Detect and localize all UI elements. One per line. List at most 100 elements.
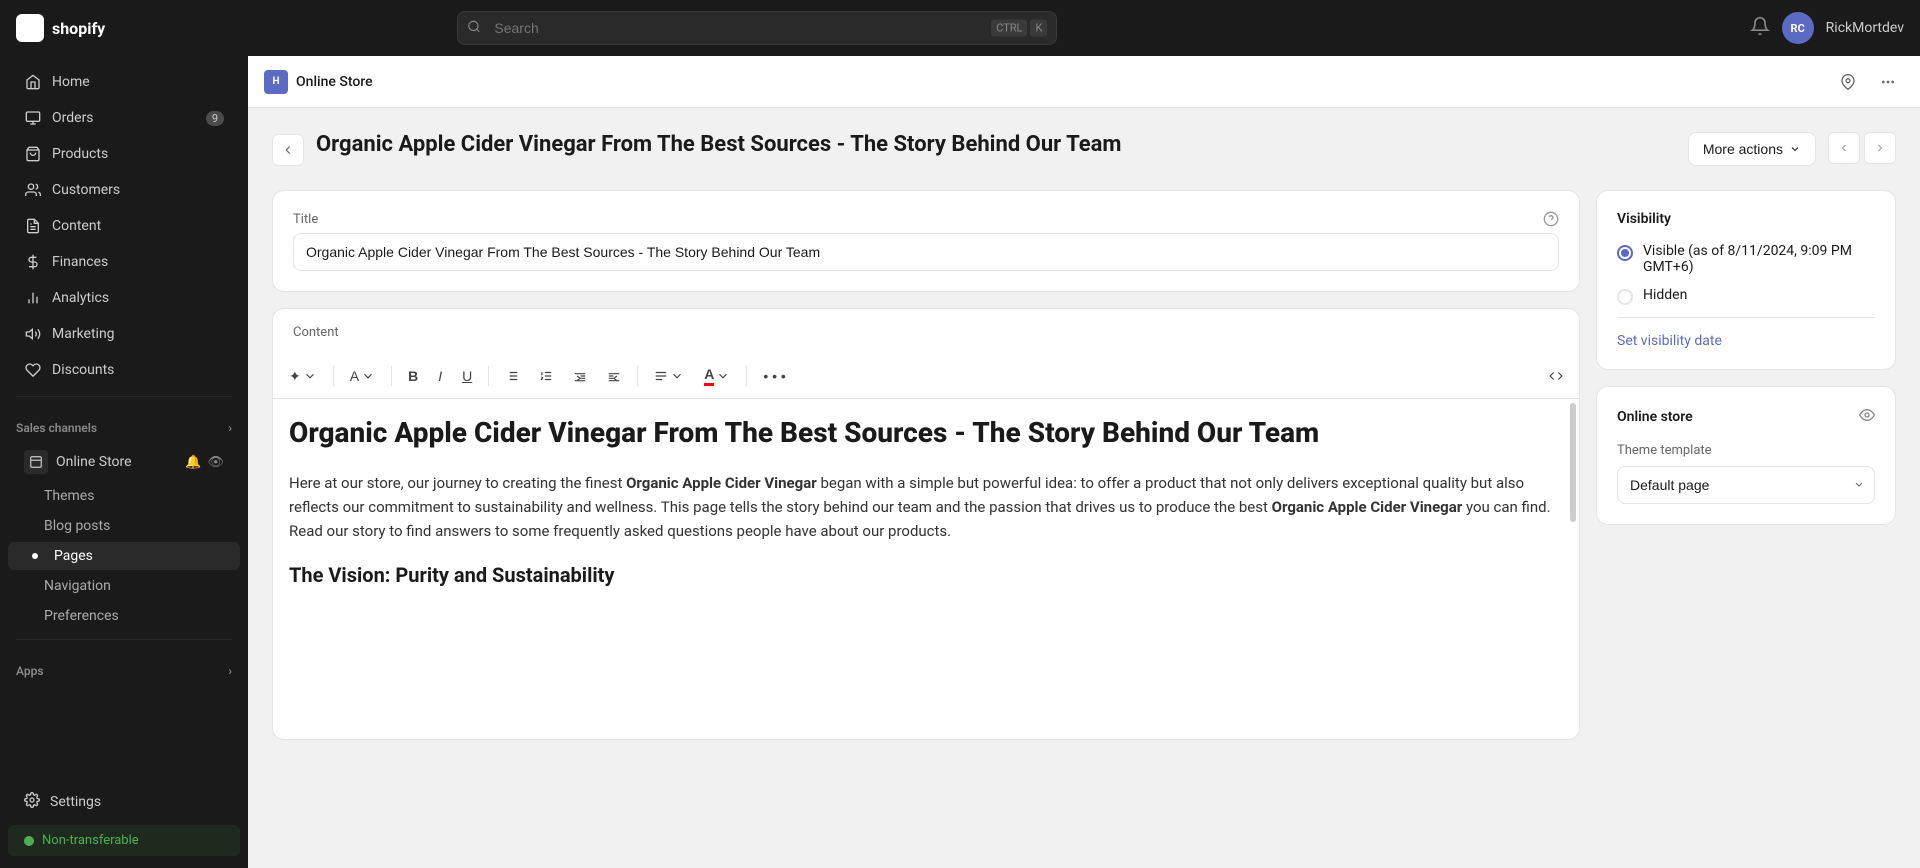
sidebar-item-orders[interactable]: Orders 9	[8, 101, 240, 135]
page-title: Organic Apple Cider Vinegar From The Bes…	[316, 132, 1676, 157]
sidebar-item-themes[interactable]: Themes	[8, 482, 240, 510]
sidebar-item-discounts[interactable]: Discounts	[8, 353, 240, 387]
sidebar-item-navigation[interactable]: Navigation	[8, 572, 240, 600]
toolbar-separator-3	[488, 366, 489, 386]
sidebar-item-online-store[interactable]: Online Store 🔔 👁	[8, 444, 240, 480]
apps-section-header[interactable]: Apps ›	[0, 656, 248, 686]
more-options-button[interactable]	[1872, 66, 1904, 98]
hidden-radio-item[interactable]: Hidden	[1617, 287, 1875, 305]
pin-icon-button[interactable]	[1832, 66, 1864, 98]
align-button[interactable]	[646, 365, 692, 387]
shopify-icon	[16, 14, 44, 42]
content-paragraph-1: Here at our store, our journey to creati…	[289, 471, 1563, 543]
content-subheading: The Vision: Purity and Sustainability	[289, 559, 1563, 591]
preferences-label: Preferences	[44, 608, 119, 624]
store-name: Online Store	[296, 74, 373, 90]
non-transferable-label: Non-transferable	[42, 833, 139, 848]
topbar-right: RC RickMortdev	[1750, 12, 1904, 44]
sidebar-item-marketing[interactable]: Marketing	[8, 317, 240, 351]
sidebar-item-content[interactable]: Content	[8, 209, 240, 243]
sidebar-item-preferences[interactable]: Preferences	[8, 602, 240, 630]
sidebar-item-settings[interactable]: Settings	[8, 784, 240, 820]
color-button[interactable]: A	[696, 362, 738, 390]
themes-label: Themes	[44, 488, 94, 504]
avatar[interactable]: RC	[1782, 12, 1814, 44]
online-store-label: Online Store	[56, 454, 132, 470]
eye-icon[interactable]: 👁	[207, 455, 224, 470]
toolbar-separator-4	[637, 366, 638, 386]
topbar: shopify CTRL K RC RickMortdev	[0, 0, 1920, 56]
sidebar-item-products[interactable]: Products	[8, 137, 240, 171]
italic-button[interactable]: I	[430, 364, 450, 388]
content-icon	[24, 217, 42, 235]
ai-tool-button[interactable]: ✦	[281, 364, 325, 389]
set-visibility-date-link[interactable]: Set visibility date	[1617, 333, 1722, 349]
indent-button[interactable]	[565, 365, 595, 387]
content-label: Content	[52, 218, 101, 234]
online-store-header: Online store	[1617, 407, 1875, 427]
orders-label: Orders	[52, 110, 94, 126]
page-content: Organic Apple Cider Vinegar From The Bes…	[248, 108, 1920, 868]
back-button[interactable]	[272, 134, 304, 166]
unordered-list-button[interactable]	[497, 365, 527, 387]
products-label: Products	[52, 146, 108, 162]
settings-label: Settings	[50, 794, 101, 810]
sidebar: Home Orders 9 Products Customers Conte	[0, 56, 248, 868]
sidebar-item-home[interactable]: Home	[8, 65, 240, 99]
analytics-icon	[24, 289, 42, 307]
underline-button[interactable]: U	[454, 364, 480, 388]
circle-icon	[24, 836, 34, 846]
bell-small-icon[interactable]: 🔔	[185, 455, 201, 470]
editor-scrollbar[interactable]	[1569, 399, 1577, 739]
online-store-card: Online store Theme template Default page	[1596, 386, 1896, 525]
secondary-nav-actions	[1832, 66, 1904, 98]
visible-radio-label: Visible (as of 8/11/2024, 9:09 PM GMT+6)	[1643, 243, 1875, 275]
sales-channels-label: Sales channels	[16, 421, 97, 435]
main-column: Title Content	[272, 190, 1580, 740]
sidebar-item-customers[interactable]: Customers	[8, 173, 240, 207]
search-input[interactable]	[457, 11, 1057, 45]
sidebar-item-analytics[interactable]: Analytics	[8, 281, 240, 315]
more-tools-button[interactable]: • • •	[755, 364, 793, 388]
chevron-right-icon: ›	[228, 421, 232, 435]
sidebar-item-pages[interactable]: Pages	[8, 542, 240, 570]
sidebar-item-finances[interactable]: Finances	[8, 245, 240, 279]
notifications-bell[interactable]	[1750, 16, 1770, 40]
online-store-eye-icon[interactable]	[1859, 407, 1875, 427]
theme-template-label: Theme template	[1617, 443, 1875, 458]
next-arrow-button[interactable]	[1864, 132, 1896, 164]
discounts-label: Discounts	[52, 362, 114, 378]
online-store-icon	[24, 450, 48, 474]
discounts-icon	[24, 361, 42, 379]
prev-arrow-button[interactable]	[1828, 132, 1860, 164]
logo-text: shopify	[52, 19, 105, 38]
search-bar[interactable]: CTRL K	[457, 11, 1057, 45]
finances-label: Finances	[52, 254, 108, 270]
outdent-button[interactable]	[599, 365, 629, 387]
content-editor-wrapper: Organic Apple Cider Vinegar From The Bes…	[273, 399, 1579, 739]
toolbar-separator-1	[333, 366, 334, 386]
theme-template-select[interactable]: Default page	[1617, 466, 1875, 504]
title-input[interactable]	[293, 233, 1559, 271]
store-badge: H Online Store	[264, 70, 373, 94]
title-card: Title	[272, 190, 1580, 292]
non-transferable-badge[interactable]: Non-transferable	[8, 825, 240, 856]
hidden-radio-circle	[1617, 289, 1633, 305]
bold-button[interactable]: B	[400, 364, 426, 388]
sidebar-item-blog-posts[interactable]: Blog posts	[8, 512, 240, 540]
more-actions-button[interactable]: More actions	[1688, 132, 1816, 166]
toolbar-separator-5	[746, 366, 747, 386]
content-editor[interactable]: Organic Apple Cider Vinegar From The Bes…	[273, 399, 1579, 739]
shopify-logo: shopify	[16, 14, 105, 42]
font-button[interactable]: A	[342, 364, 383, 388]
ordered-list-button[interactable]	[531, 365, 561, 387]
source-button[interactable]	[1541, 365, 1571, 387]
theme-template-select-wrap: Default page	[1617, 466, 1875, 504]
visible-radio-item[interactable]: Visible (as of 8/11/2024, 9:09 PM GMT+6)	[1617, 243, 1875, 275]
visible-radio-circle	[1617, 245, 1633, 261]
sales-channels-header[interactable]: Sales channels ›	[0, 413, 248, 443]
editor-scrollbar-thumb	[1570, 403, 1576, 522]
store-badge-icon: H	[264, 70, 288, 94]
sidebar-divider	[16, 396, 232, 397]
finances-icon	[24, 253, 42, 271]
